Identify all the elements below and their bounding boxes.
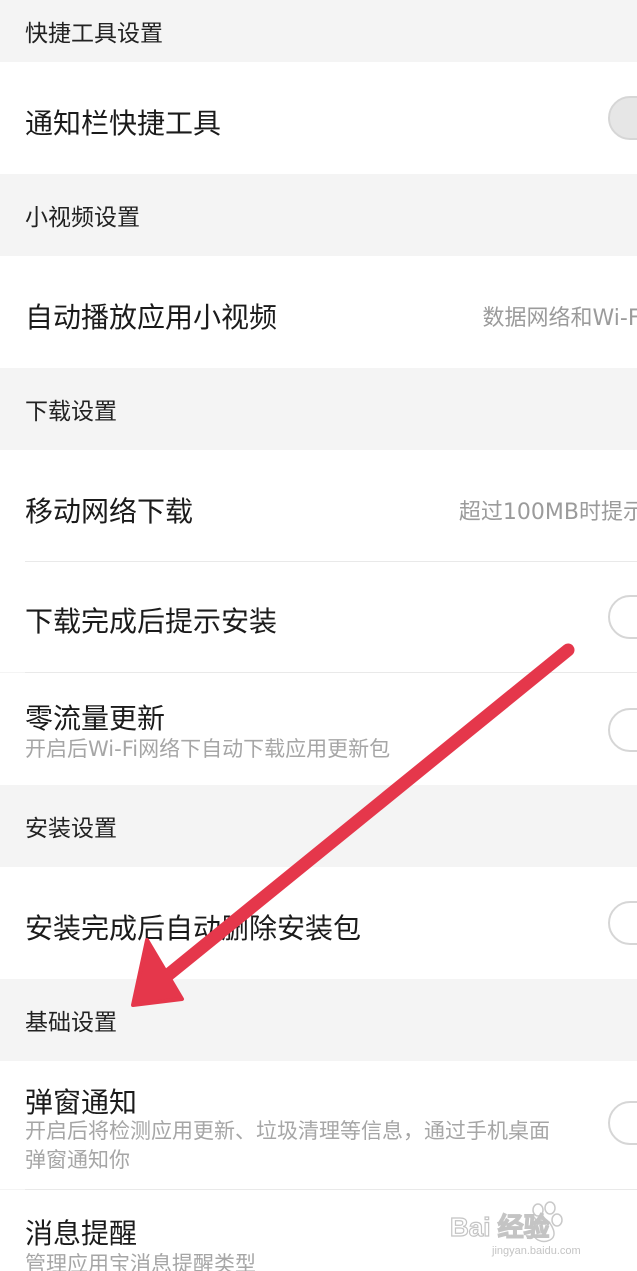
row-popup-notification[interactable]: 弹窗通知 开启后将检测应用更新、垃圾清理等信息，通过手机桌面弹窗通知你: [0, 1061, 637, 1189]
zero-data-update-toggle[interactable]: [608, 708, 637, 752]
prompt-install-toggle[interactable]: [608, 595, 637, 639]
row-auto-delete-package[interactable]: 安装完成后自动删除安装包: [0, 867, 637, 979]
row-title: 移动网络下载: [25, 495, 194, 528]
row-notification-bar-tools[interactable]: 通知栏快捷工具: [0, 62, 637, 174]
section-title: 快捷工具设置: [25, 21, 163, 47]
row-title: 通知栏快捷工具: [25, 107, 222, 140]
section-header-quick-tools: 快捷工具设置: [0, 0, 637, 62]
row-prompt-install[interactable]: 下载完成后提示安装: [0, 562, 637, 672]
notification-bar-toggle[interactable]: [608, 96, 637, 140]
row-subtitle: 管理应用宝消息提醒类型: [25, 1252, 256, 1271]
autoplay-video-value: 数据网络和Wi-Fi: [482, 306, 637, 331]
row-title: 安装完成后自动删除安装包: [25, 912, 362, 945]
row-subtitle: 开启后Wi-Fi网络下自动下载应用更新包: [25, 737, 391, 761]
section-header-download: 下载设置: [0, 368, 637, 450]
section-title: 小视频设置: [25, 205, 140, 231]
section-header-short-video: 小视频设置: [0, 174, 637, 256]
row-title: 自动播放应用小视频: [25, 301, 278, 334]
watermark-brand: Bai 经验: [450, 1212, 550, 1242]
section-header-install: 安装设置: [0, 785, 637, 867]
row-title: 零流量更新: [25, 702, 166, 735]
row-zero-data-update[interactable]: 零流量更新 开启后Wi-Fi网络下自动下载应用更新包: [0, 673, 637, 785]
section-header-basic: 基础设置: [0, 979, 637, 1061]
watermark-url: jingyan.baidu.com: [491, 1245, 581, 1257]
section-title: 基础设置: [25, 1010, 117, 1036]
auto-delete-package-toggle[interactable]: [608, 901, 637, 945]
row-autoplay-video[interactable]: 自动播放应用小视频 数据网络和Wi-Fi: [0, 256, 637, 368]
row-subtitle: 开启后将检测应用更新、垃圾清理等信息，通过手机桌面弹窗通知你: [25, 1119, 550, 1172]
section-title: 下载设置: [25, 399, 117, 425]
mobile-download-value: 超过100MB时提示: [458, 500, 637, 525]
row-title: 消息提醒: [25, 1217, 138, 1250]
row-mobile-download[interactable]: 移动网络下载 超过100MB时提示: [0, 450, 637, 562]
baidu-jingyan-watermark: Bai 经验 jingyan.baidu.com: [440, 1196, 625, 1264]
baidu-paw-logo: Bai 经验 jingyan.baidu.com: [449, 1201, 581, 1257]
section-title: 安装设置: [25, 816, 117, 842]
row-title: 下载完成后提示安装: [25, 605, 278, 638]
popup-notification-toggle[interactable]: [608, 1101, 637, 1145]
row-title: 弹窗通知: [25, 1086, 138, 1119]
